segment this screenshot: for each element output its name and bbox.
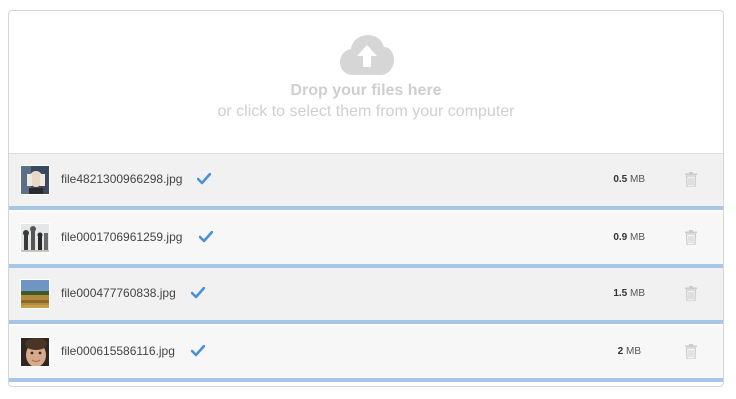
file-thumbnail [20,337,50,367]
cloud-upload-icon [340,35,394,75]
checkmark-icon [191,287,205,299]
file-size: 0.9 MB [613,232,645,243]
checkmark-icon [197,173,211,185]
file-row: file4821300966298.jpg 0.5 MB [9,154,723,210]
file-uploader: Drop your files here or click to select … [8,10,724,387]
file-thumbnail [20,165,50,195]
dropzone[interactable]: Drop your files here or click to select … [9,11,723,154]
file-name: file4821300966298.jpg [61,172,183,186]
checkmark-icon [199,231,213,243]
trash-icon[interactable] [685,286,697,301]
file-row: file000615586116.jpg 2 MB [9,326,723,382]
file-name: file000615586116.jpg [61,344,175,358]
file-row: file0001706961259.jpg 0.9 MB [9,212,723,268]
trash-icon[interactable] [685,230,697,245]
trash-icon[interactable] [685,344,697,359]
file-thumbnail [20,279,50,309]
file-size: 2 MB [617,346,641,357]
file-size: 0.5 MB [613,174,645,185]
file-size: 1.5 MB [613,288,645,299]
checkmark-icon [191,345,205,357]
file-name: file000477760838.jpg [61,286,176,300]
trash-icon[interactable] [685,172,697,187]
file-thumbnail [20,223,50,253]
file-row: file000477760838.jpg 1.5 MB [9,268,723,324]
dropzone-subtitle: or click to select them from your comput… [217,103,515,120]
dropzone-title: Drop your files here [290,82,442,99]
file-list: file4821300966298.jpg 0.5 MB file0001706… [9,154,723,382]
file-name: file0001706961259.jpg [61,230,183,244]
